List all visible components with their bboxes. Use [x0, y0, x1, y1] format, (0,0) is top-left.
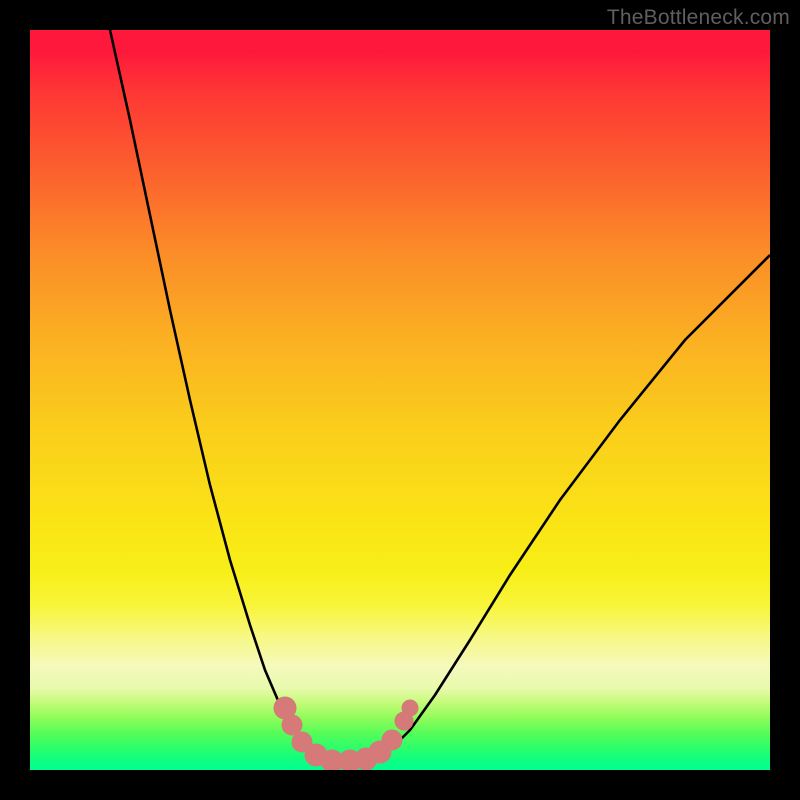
valley-marker [402, 700, 418, 716]
watermark-text: TheBottleneck.com [607, 6, 790, 30]
valley-marker [282, 715, 302, 735]
valley-marker [369, 741, 391, 763]
chart-frame: TheBottleneck.com [0, 0, 800, 800]
curve-right-branch [375, 255, 770, 758]
curve-left-branch [110, 30, 325, 758]
valley-marker [274, 697, 296, 719]
valley-markers [274, 697, 418, 770]
valley-marker [355, 748, 377, 770]
valley-marker [292, 732, 312, 752]
valley-marker [395, 712, 413, 730]
valley-marker [339, 750, 361, 770]
valley-marker [321, 750, 343, 770]
curve-valley-floor [325, 758, 375, 762]
valley-marker [305, 744, 327, 766]
plot-area [30, 30, 770, 770]
valley-marker [382, 730, 402, 750]
curve-layer [30, 30, 770, 770]
